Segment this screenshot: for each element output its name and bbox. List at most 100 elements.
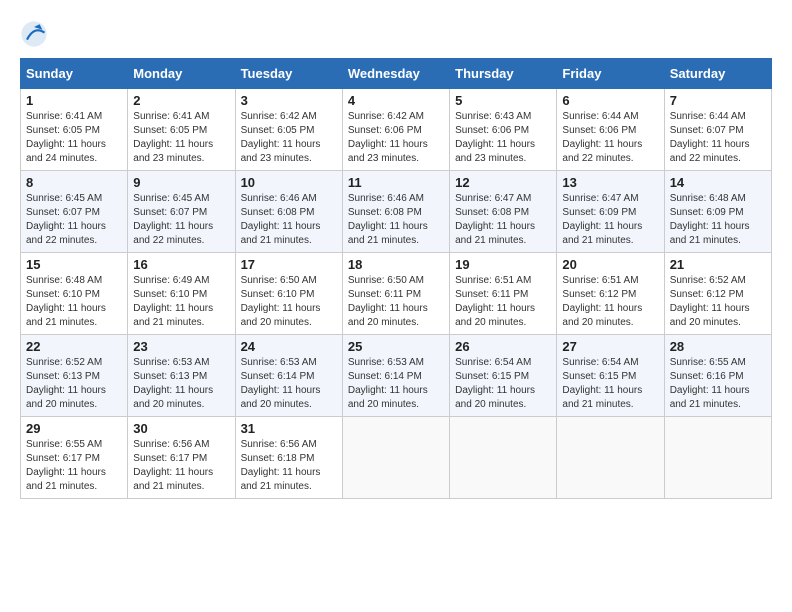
day-number: 17: [241, 257, 337, 272]
calendar-cell: 29 Sunrise: 6:55 AMSunset: 6:17 PMDaylig…: [21, 417, 128, 499]
day-detail: Sunrise: 6:44 AMSunset: 6:07 PMDaylight:…: [670, 110, 766, 166]
week-row-3: 15 Sunrise: 6:48 AMSunset: 6:10 PMDaylig…: [21, 253, 772, 335]
day-number: 26: [455, 339, 551, 354]
day-detail: Sunrise: 6:52 AMSunset: 6:12 PMDaylight:…: [670, 274, 766, 330]
day-detail: Sunrise: 6:55 AMSunset: 6:17 PMDaylight:…: [26, 438, 122, 494]
col-header-wednesday: Wednesday: [342, 59, 449, 89]
day-detail: Sunrise: 6:51 AMSunset: 6:12 PMDaylight:…: [562, 274, 658, 330]
day-detail: Sunrise: 6:42 AMSunset: 6:06 PMDaylight:…: [348, 110, 444, 166]
calendar-cell: [664, 417, 771, 499]
col-header-sunday: Sunday: [21, 59, 128, 89]
week-row-4: 22 Sunrise: 6:52 AMSunset: 6:13 PMDaylig…: [21, 335, 772, 417]
day-detail: Sunrise: 6:51 AMSunset: 6:11 PMDaylight:…: [455, 274, 551, 330]
calendar-cell: 24 Sunrise: 6:53 AMSunset: 6:14 PMDaylig…: [235, 335, 342, 417]
day-detail: Sunrise: 6:46 AMSunset: 6:08 PMDaylight:…: [348, 192, 444, 248]
calendar-cell: 3 Sunrise: 6:42 AMSunset: 6:05 PMDayligh…: [235, 89, 342, 171]
day-number: 8: [26, 175, 122, 190]
col-header-tuesday: Tuesday: [235, 59, 342, 89]
day-detail: Sunrise: 6:54 AMSunset: 6:15 PMDaylight:…: [562, 356, 658, 412]
calendar-cell: 9 Sunrise: 6:45 AMSunset: 6:07 PMDayligh…: [128, 171, 235, 253]
col-header-monday: Monday: [128, 59, 235, 89]
day-number: 24: [241, 339, 337, 354]
day-number: 12: [455, 175, 551, 190]
calendar-cell: 16 Sunrise: 6:49 AMSunset: 6:10 PMDaylig…: [128, 253, 235, 335]
page-header: [20, 20, 772, 48]
week-row-5: 29 Sunrise: 6:55 AMSunset: 6:17 PMDaylig…: [21, 417, 772, 499]
day-detail: Sunrise: 6:49 AMSunset: 6:10 PMDaylight:…: [133, 274, 229, 330]
calendar-cell: 14 Sunrise: 6:48 AMSunset: 6:09 PMDaylig…: [664, 171, 771, 253]
calendar-cell: 11 Sunrise: 6:46 AMSunset: 6:08 PMDaylig…: [342, 171, 449, 253]
day-detail: Sunrise: 6:53 AMSunset: 6:14 PMDaylight:…: [241, 356, 337, 412]
calendar-cell: 27 Sunrise: 6:54 AMSunset: 6:15 PMDaylig…: [557, 335, 664, 417]
calendar-cell: [450, 417, 557, 499]
day-number: 29: [26, 421, 122, 436]
day-number: 27: [562, 339, 658, 354]
day-number: 7: [670, 93, 766, 108]
calendar-cell: 28 Sunrise: 6:55 AMSunset: 6:16 PMDaylig…: [664, 335, 771, 417]
calendar-cell: 21 Sunrise: 6:52 AMSunset: 6:12 PMDaylig…: [664, 253, 771, 335]
day-number: 2: [133, 93, 229, 108]
day-detail: Sunrise: 6:48 AMSunset: 6:09 PMDaylight:…: [670, 192, 766, 248]
day-detail: Sunrise: 6:44 AMSunset: 6:06 PMDaylight:…: [562, 110, 658, 166]
calendar-table: SundayMondayTuesdayWednesdayThursdayFrid…: [20, 58, 772, 499]
calendar-cell: 19 Sunrise: 6:51 AMSunset: 6:11 PMDaylig…: [450, 253, 557, 335]
day-detail: Sunrise: 6:45 AMSunset: 6:07 PMDaylight:…: [133, 192, 229, 248]
calendar-cell: [557, 417, 664, 499]
day-number: 13: [562, 175, 658, 190]
col-header-thursday: Thursday: [450, 59, 557, 89]
col-header-saturday: Saturday: [664, 59, 771, 89]
day-number: 11: [348, 175, 444, 190]
day-number: 21: [670, 257, 766, 272]
calendar-cell: 8 Sunrise: 6:45 AMSunset: 6:07 PMDayligh…: [21, 171, 128, 253]
col-header-friday: Friday: [557, 59, 664, 89]
calendar-cell: 18 Sunrise: 6:50 AMSunset: 6:11 PMDaylig…: [342, 253, 449, 335]
day-number: 16: [133, 257, 229, 272]
day-detail: Sunrise: 6:50 AMSunset: 6:11 PMDaylight:…: [348, 274, 444, 330]
day-number: 6: [562, 93, 658, 108]
day-detail: Sunrise: 6:55 AMSunset: 6:16 PMDaylight:…: [670, 356, 766, 412]
day-number: 20: [562, 257, 658, 272]
day-detail: Sunrise: 6:41 AMSunset: 6:05 PMDaylight:…: [26, 110, 122, 166]
day-detail: Sunrise: 6:43 AMSunset: 6:06 PMDaylight:…: [455, 110, 551, 166]
day-detail: Sunrise: 6:52 AMSunset: 6:13 PMDaylight:…: [26, 356, 122, 412]
day-detail: Sunrise: 6:47 AMSunset: 6:08 PMDaylight:…: [455, 192, 551, 248]
day-detail: Sunrise: 6:53 AMSunset: 6:14 PMDaylight:…: [348, 356, 444, 412]
calendar-cell: [342, 417, 449, 499]
calendar-cell: 26 Sunrise: 6:54 AMSunset: 6:15 PMDaylig…: [450, 335, 557, 417]
calendar-cell: 6 Sunrise: 6:44 AMSunset: 6:06 PMDayligh…: [557, 89, 664, 171]
calendar-cell: 10 Sunrise: 6:46 AMSunset: 6:08 PMDaylig…: [235, 171, 342, 253]
day-detail: Sunrise: 6:45 AMSunset: 6:07 PMDaylight:…: [26, 192, 122, 248]
day-number: 14: [670, 175, 766, 190]
calendar-cell: 2 Sunrise: 6:41 AMSunset: 6:05 PMDayligh…: [128, 89, 235, 171]
calendar-cell: 13 Sunrise: 6:47 AMSunset: 6:09 PMDaylig…: [557, 171, 664, 253]
day-number: 30: [133, 421, 229, 436]
calendar-cell: 20 Sunrise: 6:51 AMSunset: 6:12 PMDaylig…: [557, 253, 664, 335]
logo-icon: [20, 20, 48, 48]
calendar-cell: 31 Sunrise: 6:56 AMSunset: 6:18 PMDaylig…: [235, 417, 342, 499]
calendar-cell: 1 Sunrise: 6:41 AMSunset: 6:05 PMDayligh…: [21, 89, 128, 171]
day-detail: Sunrise: 6:53 AMSunset: 6:13 PMDaylight:…: [133, 356, 229, 412]
calendar-cell: 22 Sunrise: 6:52 AMSunset: 6:13 PMDaylig…: [21, 335, 128, 417]
week-row-2: 8 Sunrise: 6:45 AMSunset: 6:07 PMDayligh…: [21, 171, 772, 253]
calendar-cell: 25 Sunrise: 6:53 AMSunset: 6:14 PMDaylig…: [342, 335, 449, 417]
day-number: 4: [348, 93, 444, 108]
day-number: 31: [241, 421, 337, 436]
calendar-cell: 30 Sunrise: 6:56 AMSunset: 6:17 PMDaylig…: [128, 417, 235, 499]
calendar-cell: 17 Sunrise: 6:50 AMSunset: 6:10 PMDaylig…: [235, 253, 342, 335]
day-number: 9: [133, 175, 229, 190]
calendar-cell: 5 Sunrise: 6:43 AMSunset: 6:06 PMDayligh…: [450, 89, 557, 171]
calendar-cell: 23 Sunrise: 6:53 AMSunset: 6:13 PMDaylig…: [128, 335, 235, 417]
day-number: 15: [26, 257, 122, 272]
day-number: 22: [26, 339, 122, 354]
day-detail: Sunrise: 6:56 AMSunset: 6:18 PMDaylight:…: [241, 438, 337, 494]
day-detail: Sunrise: 6:48 AMSunset: 6:10 PMDaylight:…: [26, 274, 122, 330]
calendar-cell: 15 Sunrise: 6:48 AMSunset: 6:10 PMDaylig…: [21, 253, 128, 335]
calendar-cell: 7 Sunrise: 6:44 AMSunset: 6:07 PMDayligh…: [664, 89, 771, 171]
day-number: 28: [670, 339, 766, 354]
week-row-1: 1 Sunrise: 6:41 AMSunset: 6:05 PMDayligh…: [21, 89, 772, 171]
day-detail: Sunrise: 6:41 AMSunset: 6:05 PMDaylight:…: [133, 110, 229, 166]
day-number: 23: [133, 339, 229, 354]
day-detail: Sunrise: 6:47 AMSunset: 6:09 PMDaylight:…: [562, 192, 658, 248]
day-number: 19: [455, 257, 551, 272]
day-detail: Sunrise: 6:50 AMSunset: 6:10 PMDaylight:…: [241, 274, 337, 330]
